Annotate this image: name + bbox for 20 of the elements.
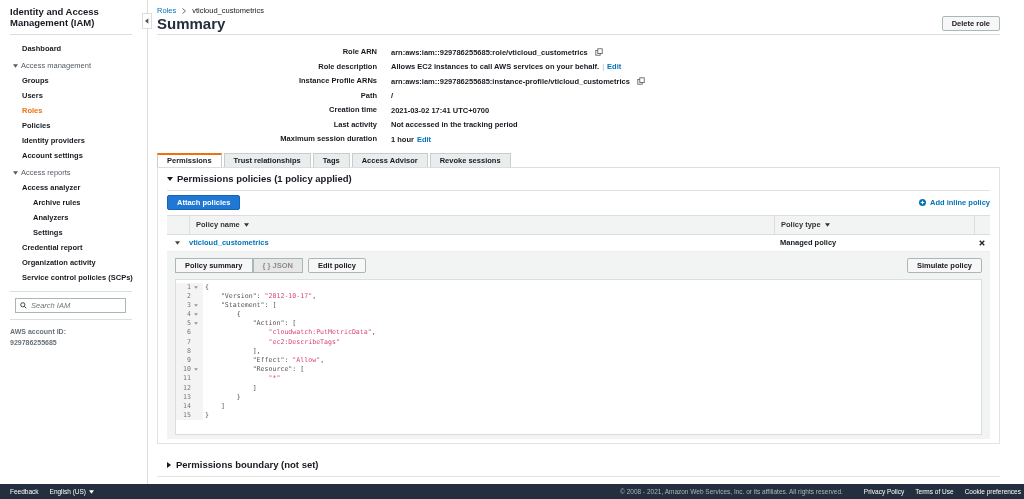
left-arrow-icon [145, 18, 149, 24]
page-title: Summary [157, 15, 226, 32]
caret-icon[interactable] [175, 240, 180, 245]
chevron-right-icon [182, 7, 187, 14]
sidebar-title: Identity and Access Management (IAM) [10, 6, 100, 28]
search-icon [20, 302, 27, 309]
copy-icon[interactable] [636, 77, 645, 86]
plus-circle-icon [919, 198, 926, 206]
sort-caret-icon[interactable] [243, 222, 249, 227]
caret-icon[interactable] [167, 176, 173, 181]
dropdown-caret-icon[interactable] [89, 489, 95, 494]
caret-icon[interactable] [167, 461, 171, 468]
collapse-handle[interactable] [142, 13, 152, 29]
copy-icon[interactable] [594, 48, 603, 57]
section-title[interactable]: Permissions boundary (not set) [176, 459, 319, 470]
sort-caret-icon[interactable] [824, 222, 830, 227]
caret-icon[interactable] [13, 170, 18, 175]
section-title[interactable]: Permissions policies (1 policy applied) [177, 173, 352, 184]
caret-icon[interactable] [13, 63, 18, 68]
close-icon[interactable] [979, 239, 985, 246]
